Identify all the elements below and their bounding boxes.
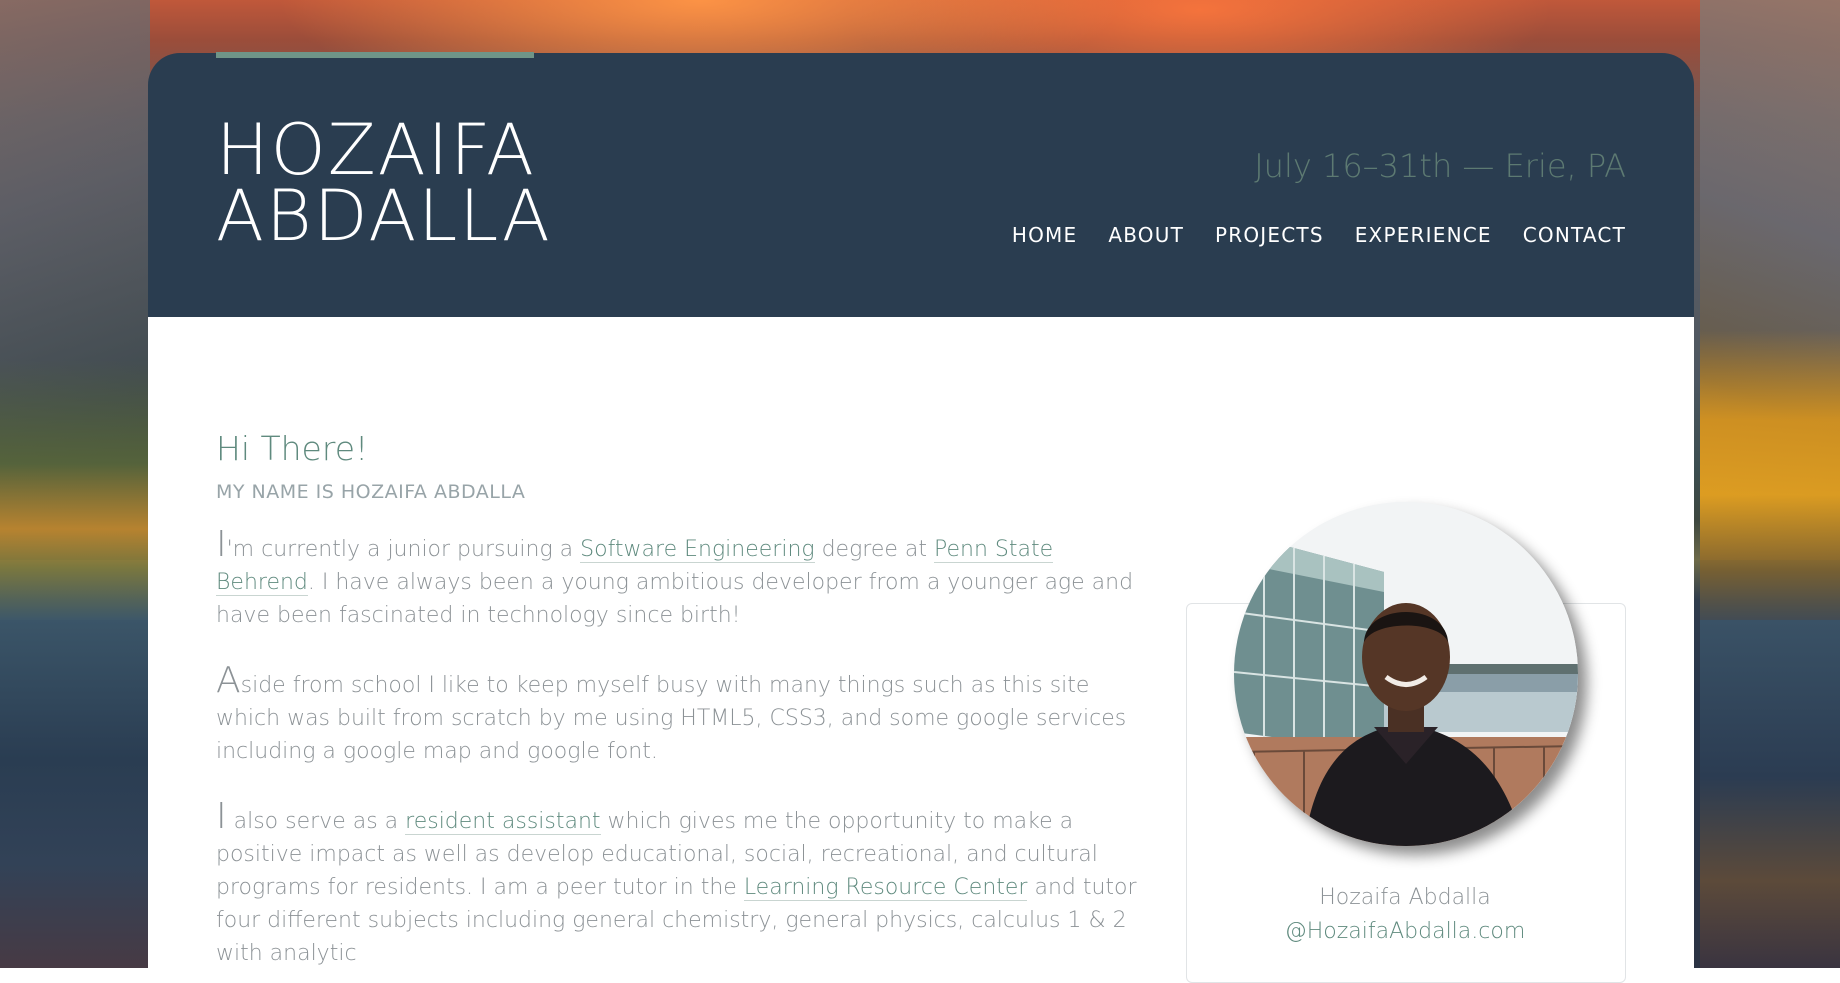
site-header: HOZAIFA ABDALLA July 16–31th — Erie, PA … [148, 52, 1694, 317]
intro-subheading: MY NAME IS HOZAIFA ABDALLA [216, 481, 526, 503]
dropcap: I [216, 796, 227, 837]
nav-contact[interactable]: CONTACT [1523, 223, 1626, 247]
page-card: HOZAIFA ABDALLA July 16–31th — Erie, PA … [148, 52, 1694, 983]
background-water-right [1700, 620, 1840, 968]
software-engineering-link[interactable]: Software Engineering [580, 537, 815, 563]
paragraph-text: . I have always been a young ambitious d… [216, 570, 1134, 628]
paragraph-text: side from school I like to keep myself b… [216, 673, 1127, 764]
site-brand[interactable]: HOZAIFA ABDALLA [216, 109, 596, 257]
header-accent-bar [216, 52, 534, 58]
background-water-left [0, 620, 150, 968]
nav-home[interactable]: HOME [1012, 223, 1077, 247]
profile-handle-link[interactable]: @HozaifaAbdalla.com [1186, 919, 1624, 944]
resident-assistant-link[interactable]: resident assistant [405, 809, 601, 835]
main-content: Hi There! MY NAME IS HOZAIFA ABDALLA I'm… [148, 317, 1694, 983]
main-nav: HOME ABOUT PROJECTS EXPERIENCE CONTACT [1012, 223, 1626, 247]
nav-experience[interactable]: EXPERIENCE [1355, 223, 1492, 247]
brand-last-name: ABDALLA [216, 175, 552, 257]
nav-projects[interactable]: PROJECTS [1215, 223, 1324, 247]
nav-about[interactable]: ABOUT [1108, 223, 1184, 247]
background-trees-left [0, 360, 150, 620]
intro-paragraph-3: I also serve as a resident assistant whi… [216, 799, 1146, 970]
brand-first-name: HOZAIFA [216, 109, 536, 191]
dropcap: I [216, 524, 227, 565]
learning-resource-center-link[interactable]: Learning Resource Center [743, 875, 1028, 901]
event-date: July 16–31th — Erie, PA [1254, 147, 1626, 185]
intro-paragraph-2: Aside from school I like to keep myself … [216, 663, 1146, 768]
paragraph-text: 'm currently a junior pursuing a [226, 537, 581, 562]
dropcap: A [216, 660, 241, 701]
profile-name: Hozaifa Abdalla [1319, 885, 1491, 910]
profile-avatar [1234, 502, 1578, 846]
background-trees-right [1700, 330, 1840, 630]
intro-section: Hi There! MY NAME IS HOZAIFA ABDALLA I'm… [216, 427, 1146, 970]
intro-paragraph-1: I'm currently a junior pursuing a Softwa… [216, 527, 1146, 632]
avatar-photo [1234, 502, 1578, 846]
paragraph-text: degree at [814, 537, 935, 562]
paragraph-text: also serve as a [226, 809, 406, 834]
greeting-heading: Hi There! [216, 429, 369, 468]
